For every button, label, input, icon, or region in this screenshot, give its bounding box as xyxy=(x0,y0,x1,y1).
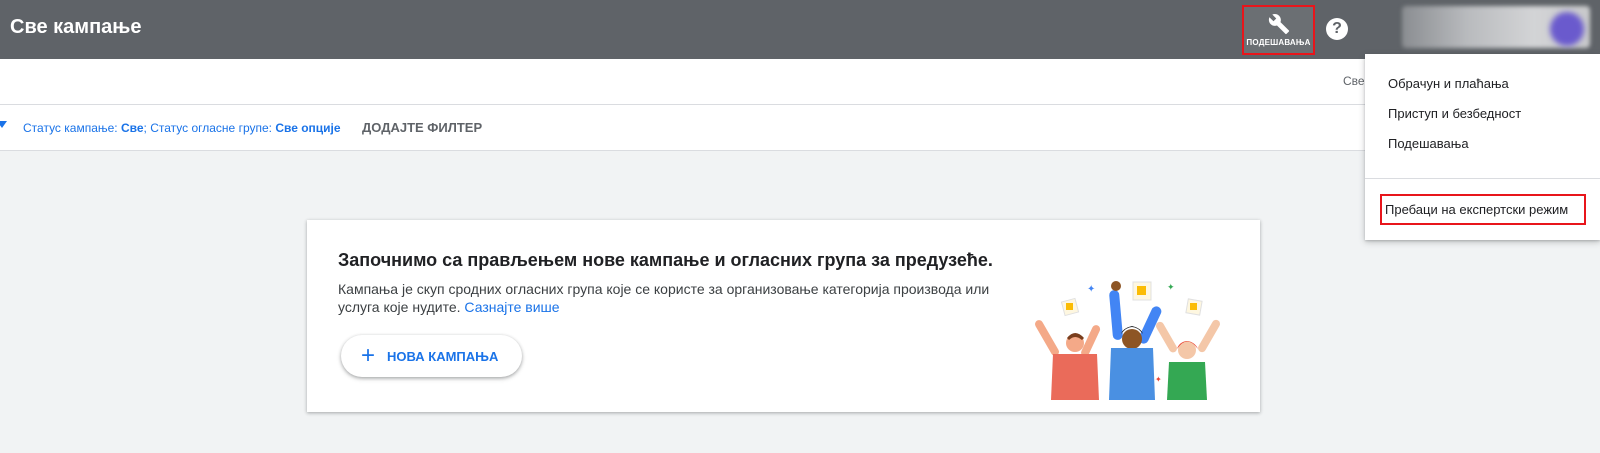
celebration-illustration: ✦ ✦ ✦ xyxy=(1035,281,1220,400)
menu-divider xyxy=(1365,178,1600,179)
svg-text:✦: ✦ xyxy=(1167,282,1175,292)
menu-item-expert-mode[interactable]: Пребаци на експертски режим xyxy=(1385,202,1568,217)
settings-dropdown-menu: Обрачун и плаћања Приступ и безбедност П… xyxy=(1365,54,1600,240)
status-campaign-value: Све xyxy=(120,121,144,135)
new-campaign-label: НОВА КАМПАЊА xyxy=(387,348,499,364)
menu-item-settings[interactable]: Подешавања xyxy=(1388,136,1469,151)
filter-arrow-icon[interactable] xyxy=(0,121,7,128)
status-campaign-label: Статус кампање: xyxy=(23,121,121,135)
empty-state-card: Започнимо са прављењем нове кампање и ог… xyxy=(307,220,1260,412)
svg-text:✦: ✦ xyxy=(1155,375,1162,384)
add-filter-button[interactable]: ДОДАЈТЕ ФИЛТЕР xyxy=(362,120,482,135)
svg-text:✦: ✦ xyxy=(1087,284,1095,295)
menu-item-access-security[interactable]: Приступ и безбедност xyxy=(1388,106,1521,121)
sub-toolbar: Све xyxy=(0,59,1600,105)
plus-icon: + xyxy=(361,342,376,369)
wrench-icon xyxy=(1268,14,1289,35)
date-range-text[interactable]: Све xyxy=(1343,74,1365,88)
top-bar: Све кампање ПОДЕШАВАЊА ? xyxy=(0,0,1600,59)
card-title: Започнимо са прављењем нове кампање и ог… xyxy=(338,250,993,270)
avatar[interactable] xyxy=(1550,12,1584,46)
tools-label: ПОДЕШАВАЊА xyxy=(1246,38,1311,47)
menu-item-billing[interactable]: Обрачун и плаћања xyxy=(1388,76,1509,91)
filter-bar: Статус кампање: Све; Статус огласне груп… xyxy=(0,105,1600,151)
help-icon[interactable]: ? xyxy=(1326,18,1348,40)
page-title: Све кампање xyxy=(10,16,142,38)
status-group-value: Све опције xyxy=(275,121,341,135)
status-group-label: Статус огласне групе: xyxy=(150,121,276,135)
card-description: Кампања је скуп сродних огласних група к… xyxy=(338,280,998,316)
tools-settings-button[interactable]: ПОДЕШАВАЊА xyxy=(1242,5,1315,55)
card-description-text: Кампања је скуп сродних огласних група к… xyxy=(338,281,990,315)
learn-more-link[interactable]: Сазнајте више xyxy=(464,299,559,315)
new-campaign-button[interactable]: + НОВА КАМПАЊА xyxy=(341,335,522,377)
active-filters[interactable]: Статус кампање: Све; Статус огласне груп… xyxy=(23,121,341,135)
